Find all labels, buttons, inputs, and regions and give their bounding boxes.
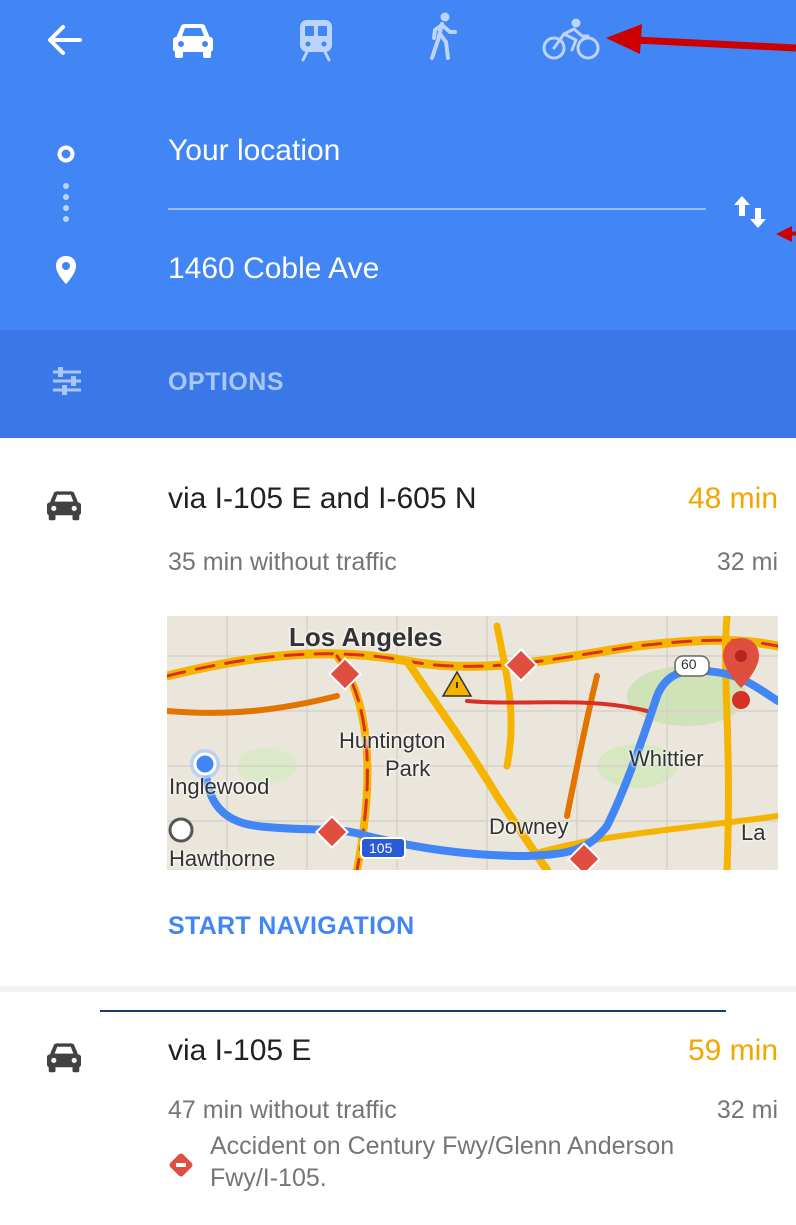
route-duration: 59 min — [687, 1034, 778, 1067]
route-duration: 48 min — [687, 482, 778, 515]
map-label: Downey — [489, 814, 569, 839]
options-bar[interactable] — [0, 330, 796, 438]
map-label: Whittier — [629, 746, 704, 771]
walk-icon[interactable] — [428, 12, 458, 60]
map-label: Hawthorne — [169, 846, 276, 870]
directions-app: Your location 1460 Coble Ave OPTIONS via… — [0, 0, 796, 1225]
route-distance: 32 mi — [716, 1096, 778, 1124]
map-shield-label: 60 — [681, 656, 697, 672]
destination-field[interactable]: 1460 Coble Ave — [168, 252, 379, 286]
field-divider — [168, 208, 706, 210]
annotation-underline — [100, 1010, 726, 1012]
route-title: via I-105 E and I-605 N — [168, 482, 477, 515]
route-alert-text: Accident on Century Fwy/Glenn Anderson F… — [210, 1132, 675, 1192]
origin-dot-icon — [56, 144, 76, 164]
map-label: Park — [385, 756, 431, 781]
annotation-arrow — [606, 24, 796, 54]
swap-icon[interactable] — [730, 192, 770, 232]
annotation-arrow — [776, 226, 796, 242]
car-icon — [44, 1040, 84, 1074]
route-map[interactable]: Los Angeles Huntington Park Whittier Ing… — [167, 616, 778, 870]
origin-field[interactable]: Your location — [168, 134, 340, 168]
route-no-traffic-time: 47 min without traffic — [168, 1096, 397, 1124]
route-distance: 32 mi — [716, 548, 778, 576]
train-icon[interactable] — [298, 18, 334, 62]
map-label: Huntington — [339, 728, 446, 753]
bicycle-icon[interactable] — [542, 18, 602, 60]
options-label[interactable]: OPTIONS — [168, 368, 284, 397]
arrow-left-icon[interactable] — [46, 24, 82, 56]
accident-icon — [166, 1150, 196, 1180]
map-shield-label: 105 — [369, 840, 393, 856]
map-label: Inglewood — [169, 774, 270, 799]
map-label: Los Angeles — [289, 622, 443, 652]
car-icon[interactable] — [170, 20, 216, 60]
route-dots-icon — [62, 182, 70, 222]
start-navigation-button[interactable]: START NAVIGATION — [168, 912, 414, 941]
route-no-traffic-time: 35 min without traffic — [168, 548, 397, 576]
route-title: via I-105 E — [168, 1034, 312, 1067]
sliders-icon — [50, 364, 84, 398]
map-label: La — [741, 820, 766, 845]
car-icon — [44, 488, 84, 522]
pin-icon — [54, 254, 78, 286]
card-separator — [0, 986, 796, 992]
